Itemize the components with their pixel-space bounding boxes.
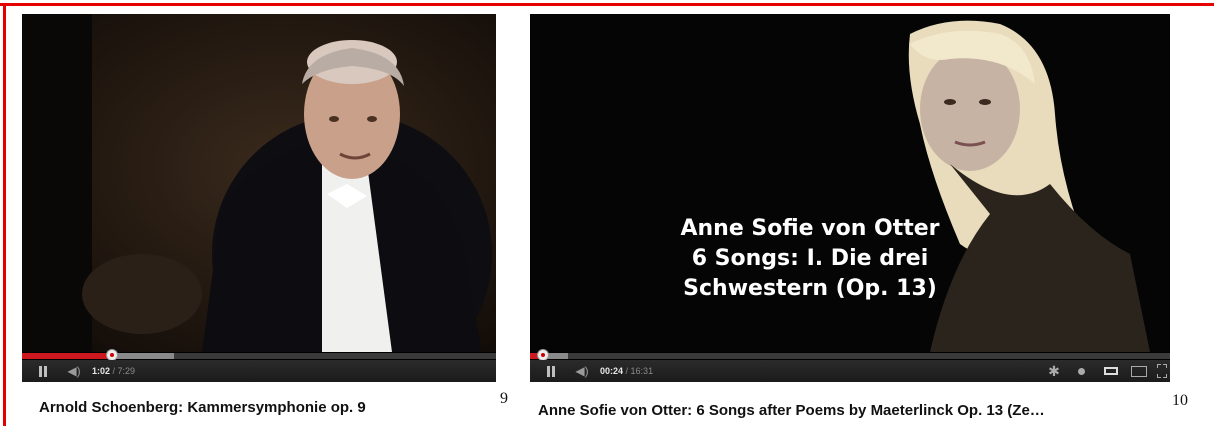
annotations-icon[interactable] (1074, 360, 1088, 382)
figure-number: 9 (500, 390, 508, 407)
small-player-icon[interactable] (1100, 360, 1122, 382)
red-frame-top (0, 3, 1214, 6)
overlay-line-2: 6 Songs: I. Die drei (691, 246, 929, 271)
duration: / 7:29 (112, 366, 136, 376)
current-time: 00:24 (600, 366, 624, 376)
settings-gear-icon[interactable]: ✱ (1044, 360, 1064, 382)
time-display: 00:24 / 16:31 (600, 360, 653, 382)
video-frame-conductor[interactable] (22, 14, 496, 352)
player-controls: ◀) 00:24 / 16:31 ✱ (530, 360, 1170, 382)
figure-number: 10 (1172, 392, 1188, 409)
progress-bar[interactable] (530, 349, 1170, 361)
video-overlay-title: Anne Sofie von Otter 6 Songs: I. Die dre… (660, 214, 960, 304)
player-controls: ◀) 1:02 / 7:29 (22, 360, 496, 382)
video-frame-singer[interactable]: Anne Sofie von Otter 6 Songs: I. Die dre… (530, 14, 1170, 352)
video-title[interactable]: Arnold Schoenberg: Kammersymphonie op. 9 (39, 399, 366, 416)
current-time: 1:02 (92, 366, 111, 376)
volume-icon[interactable]: ◀) (62, 360, 86, 382)
video-player-1[interactable]: ◀) 1:02 / 7:29 (22, 14, 496, 382)
time-display: 1:02 / 7:29 (92, 360, 135, 382)
progress-played (22, 353, 113, 359)
large-player-icon[interactable] (1128, 360, 1150, 382)
overlay-line-3: Schwestern (Op. 13) (683, 276, 937, 301)
overlay-line-1: Anne Sofie von Otter (680, 216, 940, 241)
fullscreen-icon[interactable] (1156, 360, 1168, 382)
red-frame-left (3, 3, 6, 426)
video-player-2[interactable]: Anne Sofie von Otter 6 Songs: I. Die dre… (530, 14, 1170, 382)
volume-icon[interactable]: ◀) (570, 360, 594, 382)
video-title[interactable]: Anne Sofie von Otter: 6 Songs after Poem… (538, 402, 1045, 419)
pause-icon[interactable] (32, 360, 54, 382)
pause-icon[interactable] (540, 360, 562, 382)
conductor-image (22, 14, 496, 352)
duration: / 16:31 (625, 366, 654, 376)
progress-track (530, 353, 1170, 359)
progress-bar[interactable] (22, 349, 496, 361)
